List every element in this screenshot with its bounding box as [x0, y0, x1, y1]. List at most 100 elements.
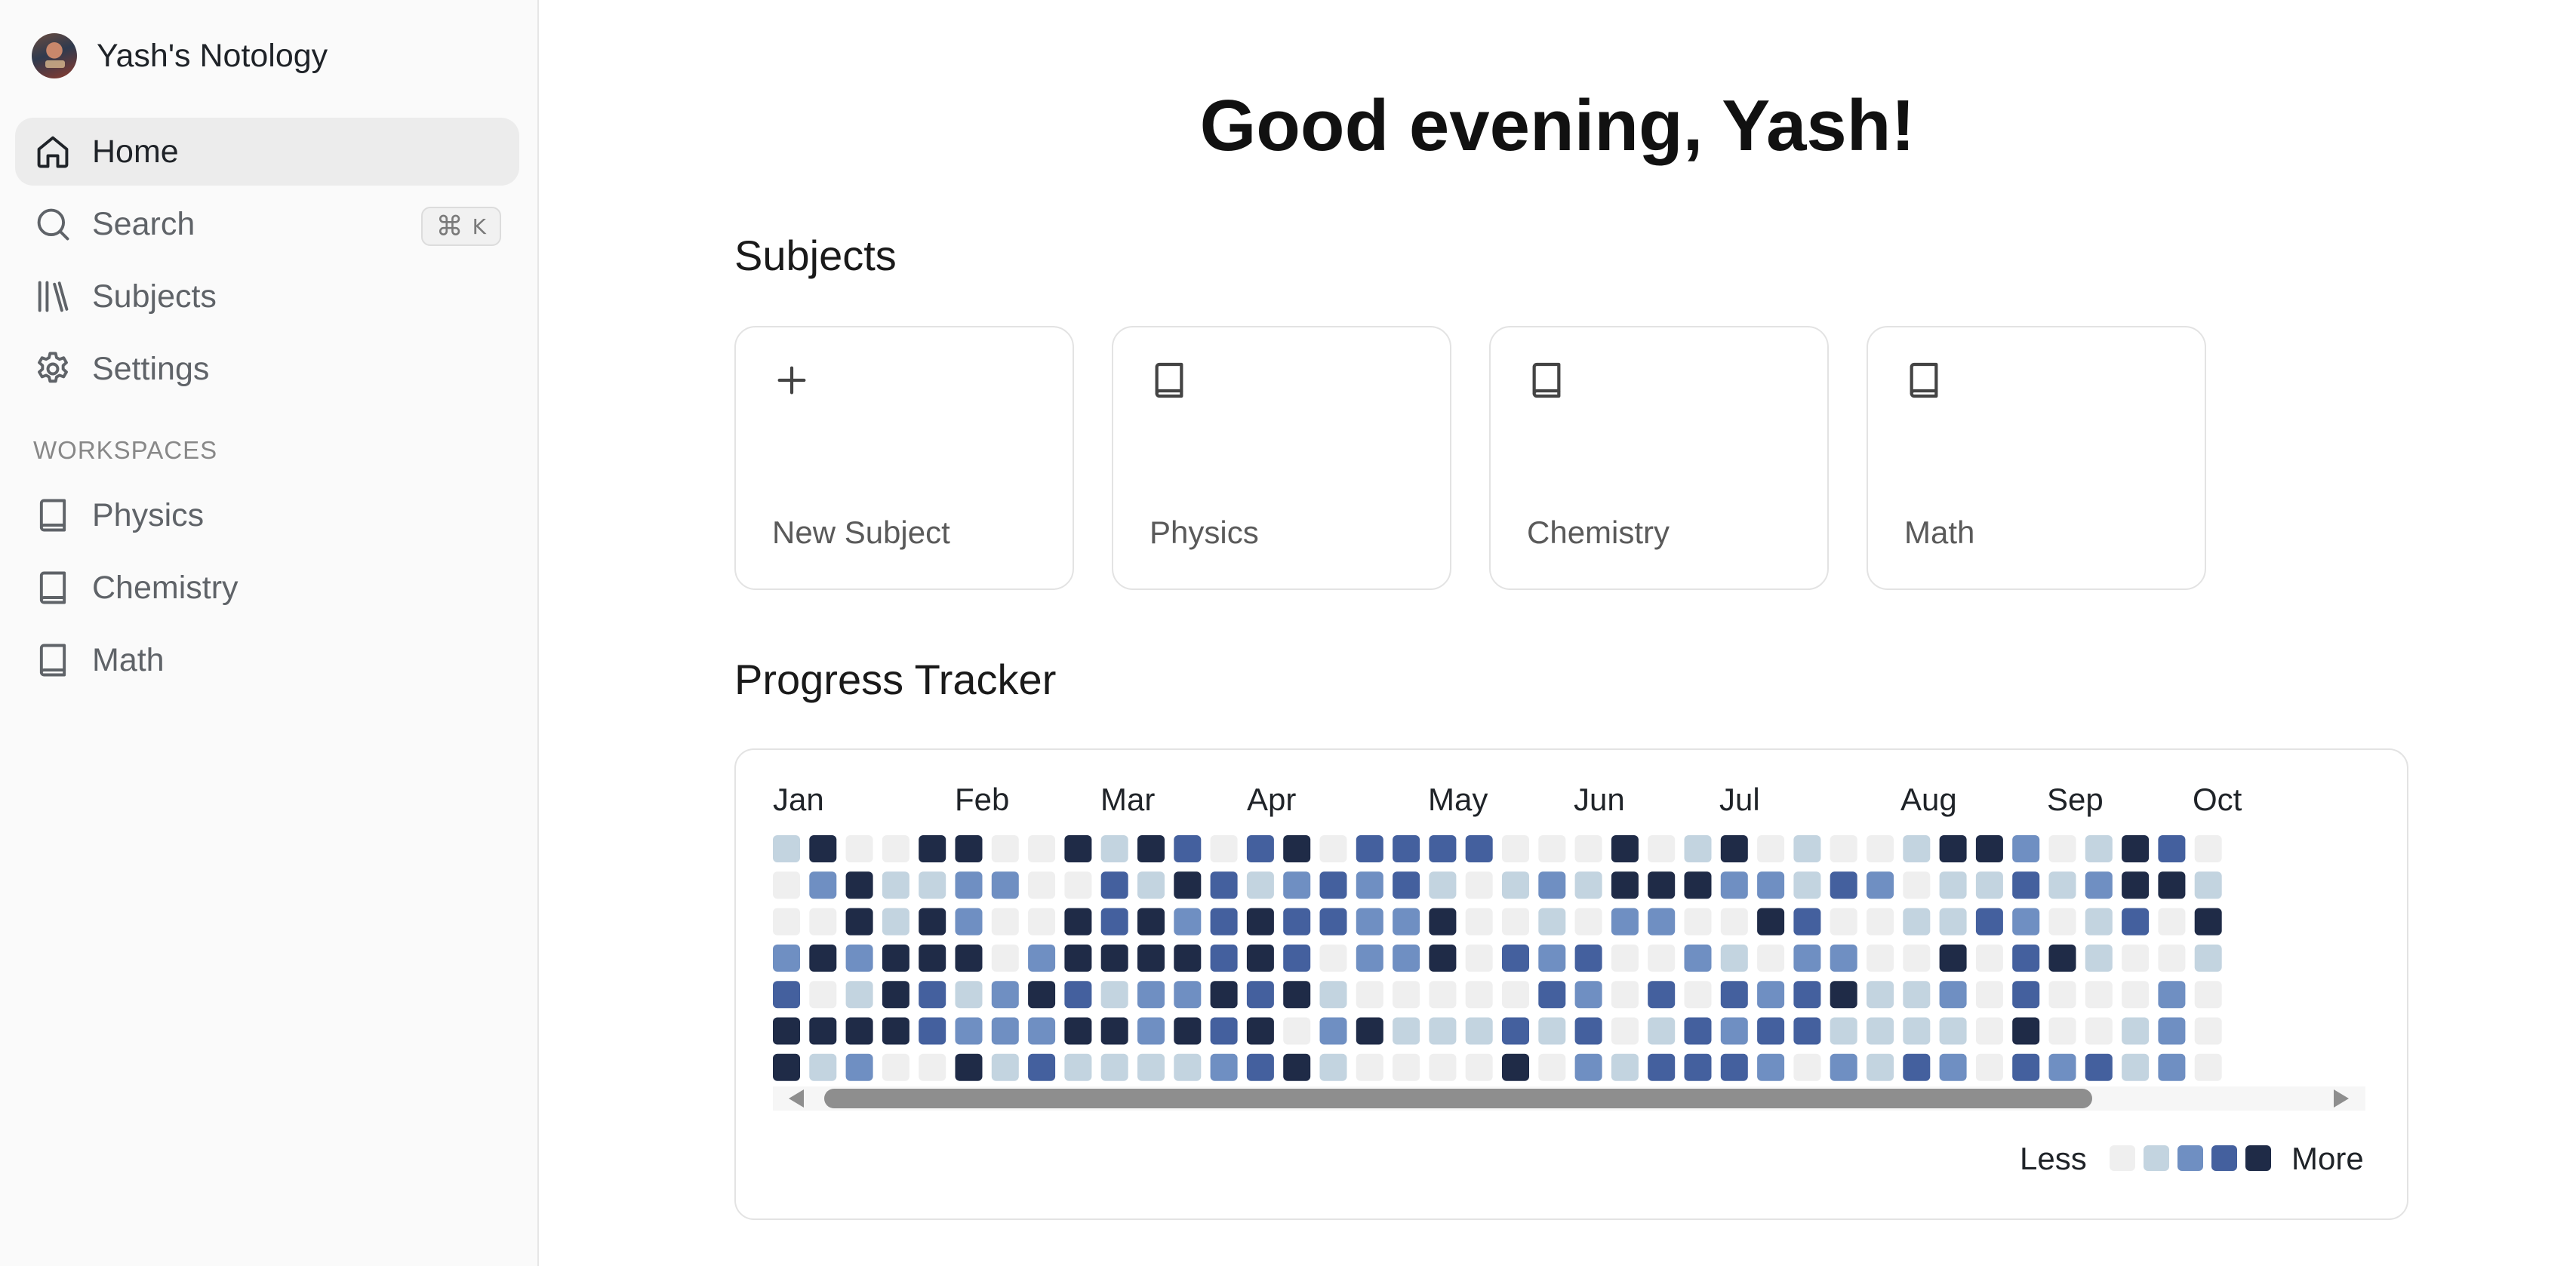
heatmap-day-cell — [1867, 981, 1894, 1009]
heatmap-day-cell — [1975, 981, 2003, 1009]
heatmap-day-cell — [1611, 1053, 1639, 1081]
sidebar-item-physics[interactable]: Physics — [15, 481, 519, 549]
scroll-right-arrow-icon[interactable] — [2334, 1089, 2349, 1108]
heatmap-day-cell — [1648, 871, 1676, 899]
heatmap-day-cell — [845, 981, 873, 1009]
heatmap-day-cell — [1028, 1017, 1056, 1045]
heatmap-day-cell — [809, 944, 837, 972]
heatmap-day-cell — [1246, 871, 1274, 899]
heatmap-day-cell — [1867, 908, 1894, 936]
heatmap-day-cell — [1174, 1053, 1202, 1081]
sidebar-item-settings[interactable]: Settings — [15, 335, 519, 403]
heatmap-day-cell — [2122, 835, 2150, 862]
subject-card-math[interactable]: Math — [1867, 326, 2206, 590]
shortcut-key: K — [472, 214, 486, 239]
heatmap-day-cell — [1867, 871, 1894, 899]
heatmap-day-cell — [1100, 871, 1128, 899]
command-key-icon: ⌘ — [435, 210, 463, 242]
heatmap-day-cell — [773, 981, 800, 1009]
heatmap-day-cell — [1502, 1053, 1529, 1081]
heatmap-day-cell — [1465, 944, 1493, 972]
heatmap-day-cell — [1064, 908, 1092, 936]
heatmap-day-cell — [2012, 871, 2040, 899]
heatmap-day-cell — [991, 1053, 1019, 1081]
heatmap-day-cell — [1319, 1053, 1347, 1081]
heatmap-day-cell — [2012, 835, 2040, 862]
subject-card-physics[interactable]: Physics — [1112, 326, 1451, 590]
heatmap-day-cell — [1939, 908, 1967, 936]
heatmap-day-cell — [1538, 835, 1566, 862]
sidebar-item-chemistry[interactable]: Chemistry — [15, 554, 519, 622]
legend-swatch-level-2 — [2177, 1145, 2203, 1171]
heatmap-day-cell — [1538, 1053, 1566, 1081]
heatmap-day-cell — [773, 944, 800, 972]
heatmap-day-cell — [2012, 1017, 2040, 1045]
heatmap-day-cell — [1903, 835, 1931, 862]
heatmap-day-cell — [1830, 908, 1857, 936]
heatmap-day-cell — [1246, 1017, 1274, 1045]
heatmap-day-cell — [1028, 835, 1056, 862]
heatmap-day-cell — [809, 835, 837, 862]
sidebar-item-math[interactable]: Math — [15, 626, 519, 694]
month-label: May — [1428, 782, 1488, 817]
heatmap-day-cell — [1356, 1053, 1383, 1081]
heatmap-day-cell — [1028, 871, 1056, 899]
heatmap-day-cell — [1429, 871, 1457, 899]
heatmap-day-cell — [1064, 871, 1092, 899]
workspace-switcher[interactable]: Yash's Notology — [32, 33, 328, 78]
heatmap-day-cell — [1611, 871, 1639, 899]
heatmap-day-cell — [2158, 944, 2186, 972]
sidebar-item-subjects[interactable]: Subjects — [15, 263, 519, 330]
heatmap-day-cell — [1210, 871, 1238, 899]
heatmap-day-cell — [1975, 871, 2003, 899]
heatmap-day-cell — [1975, 1017, 2003, 1045]
new-subject-card[interactable]: New Subject — [734, 326, 1074, 590]
heatmap-day-cell — [1538, 981, 1566, 1009]
book-icon — [1155, 362, 1183, 398]
heatmap-day-cell — [1246, 1053, 1274, 1081]
heatmap-day-cell — [2194, 1017, 2222, 1045]
heatmap-day-cell — [1538, 1017, 1566, 1045]
heatmap-day-cell — [1319, 908, 1347, 936]
heatmap-day-cell — [919, 871, 946, 899]
heatmap-day-cell — [1028, 944, 1056, 972]
heatmap-day-cell — [1393, 1017, 1420, 1045]
heatmap-day-cell — [1174, 871, 1202, 899]
heatmap-day-cell — [1903, 908, 1931, 936]
heatmap-day-cell — [1684, 1017, 1712, 1045]
heatmap-day-cell — [1720, 1017, 1748, 1045]
gear-icon — [38, 352, 68, 383]
heatmap-day-cell — [991, 944, 1019, 972]
heatmap-day-cell — [1137, 1053, 1165, 1081]
scrollbar-thumb[interactable] — [824, 1089, 2092, 1108]
heatmap-day-cell — [2122, 871, 2150, 899]
heatmap-day-cell — [1830, 981, 1857, 1009]
book-icon — [1532, 362, 1561, 398]
heatmap-day-cell — [919, 944, 946, 972]
heatmap-day-cell — [2158, 1053, 2186, 1081]
sidebar-item-home[interactable]: Home — [15, 118, 519, 186]
activity-heatmap — [773, 835, 2222, 1081]
book-icon — [39, 499, 66, 532]
heatmap-day-cell — [2085, 944, 2113, 972]
home-icon — [37, 136, 69, 168]
card-label: Math — [1904, 515, 1975, 550]
heatmap-day-cell — [809, 1053, 837, 1081]
heatmap-day-cell — [1100, 1053, 1128, 1081]
heatmap-day-cell — [1137, 944, 1165, 972]
sidebar-item-search[interactable]: Search ⌘ K — [15, 190, 519, 258]
heatmap-day-cell — [1429, 981, 1457, 1009]
heatmap-day-cell — [773, 835, 800, 862]
search-shortcut-badge: ⌘ K — [420, 207, 501, 246]
heatmap-day-cell — [1648, 835, 1676, 862]
heatmap-day-cell — [1174, 835, 1202, 862]
heatmap-day-cell — [1393, 944, 1420, 972]
subject-card-chemistry[interactable]: Chemistry — [1489, 326, 1829, 590]
heatmap-day-cell — [2048, 871, 2076, 899]
heatmap-day-cell — [2012, 908, 2040, 936]
heatmap-day-cell — [1939, 1053, 1967, 1081]
month-label: Jul — [1719, 782, 1760, 817]
sidebar: Yash's Notology Home Search ⌘ K Subjects… — [0, 0, 539, 1266]
scroll-left-arrow-icon[interactable] — [789, 1089, 804, 1108]
heatmap-day-cell — [991, 981, 1019, 1009]
